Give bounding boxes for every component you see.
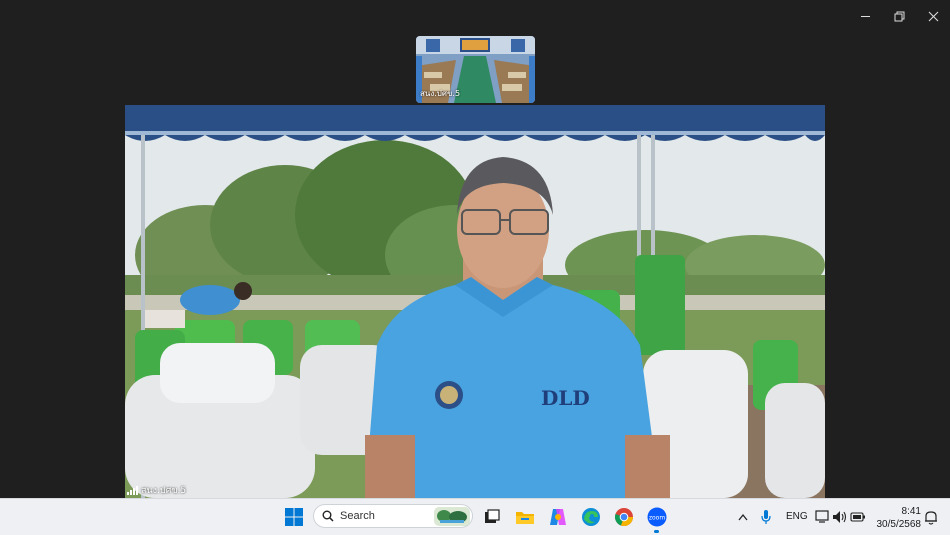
taskbar-search-box[interactable]: Search bbox=[313, 504, 473, 528]
start-button[interactable] bbox=[282, 505, 306, 529]
battery-icon bbox=[850, 512, 865, 522]
close-button[interactable] bbox=[916, 0, 950, 32]
minimize-icon bbox=[860, 15, 870, 17]
close-icon bbox=[928, 11, 938, 21]
thumbnail-video-tile[interactable]: สนง.ปศข.5 bbox=[416, 36, 535, 103]
microphone-icon bbox=[761, 510, 771, 524]
shirt-logo-text: DLD bbox=[541, 386, 590, 410]
restore-icon bbox=[894, 11, 904, 21]
window-controls bbox=[848, 0, 950, 32]
input-language-indicator[interactable]: ENG bbox=[786, 511, 808, 522]
chevron-up-icon bbox=[738, 513, 748, 521]
chrome-browser-button[interactable] bbox=[612, 505, 636, 529]
svg-text:zoom: zoom bbox=[649, 515, 665, 522]
copilot-button[interactable] bbox=[546, 505, 570, 529]
edge-icon bbox=[582, 508, 600, 526]
connection-signal-icon bbox=[127, 485, 138, 495]
notifications-button[interactable] bbox=[919, 505, 943, 529]
thumbnail-participant-name: สนง.ปศข.5 bbox=[420, 89, 461, 98]
zoom-app-button[interactable]: zoom bbox=[645, 505, 669, 529]
zoom-icon: zoom bbox=[647, 507, 667, 527]
notification-bell-icon bbox=[925, 510, 937, 525]
minimize-button[interactable] bbox=[848, 0, 882, 32]
folder-icon bbox=[516, 511, 534, 524]
task-view-button[interactable] bbox=[480, 505, 504, 529]
battery-button[interactable] bbox=[846, 505, 870, 529]
task-view-icon bbox=[485, 509, 500, 523]
search-placeholder: Search bbox=[340, 510, 375, 522]
clock-time: 8:41 bbox=[901, 506, 921, 517]
show-hidden-icons-button[interactable] bbox=[731, 505, 755, 529]
copilot-icon bbox=[550, 509, 566, 525]
chrome-icon bbox=[614, 508, 633, 527]
main-video-label: สนง.ปศข.5 bbox=[127, 483, 186, 497]
windows-logo-icon bbox=[285, 508, 303, 526]
zoom-active-indicator bbox=[654, 530, 659, 533]
main-video-tile[interactable]: DLD สนง.ปศข.5 bbox=[125, 105, 825, 498]
restore-button[interactable] bbox=[882, 0, 916, 32]
main-participant-name: สนง.ปศข.5 bbox=[141, 486, 187, 496]
taskbar-clock[interactable]: 8:41 30/5/2568 bbox=[873, 505, 922, 531]
search-icon bbox=[322, 510, 334, 522]
speaker-video-image: DLD bbox=[125, 105, 825, 498]
file-explorer-button[interactable] bbox=[513, 505, 537, 529]
search-highlight-image bbox=[434, 507, 470, 526]
clock-date: 30/5/2568 bbox=[876, 519, 922, 530]
microphone-button[interactable] bbox=[754, 505, 778, 529]
windows-taskbar: Search zoom ENG bbox=[0, 498, 950, 535]
edge-browser-button[interactable] bbox=[579, 505, 603, 529]
